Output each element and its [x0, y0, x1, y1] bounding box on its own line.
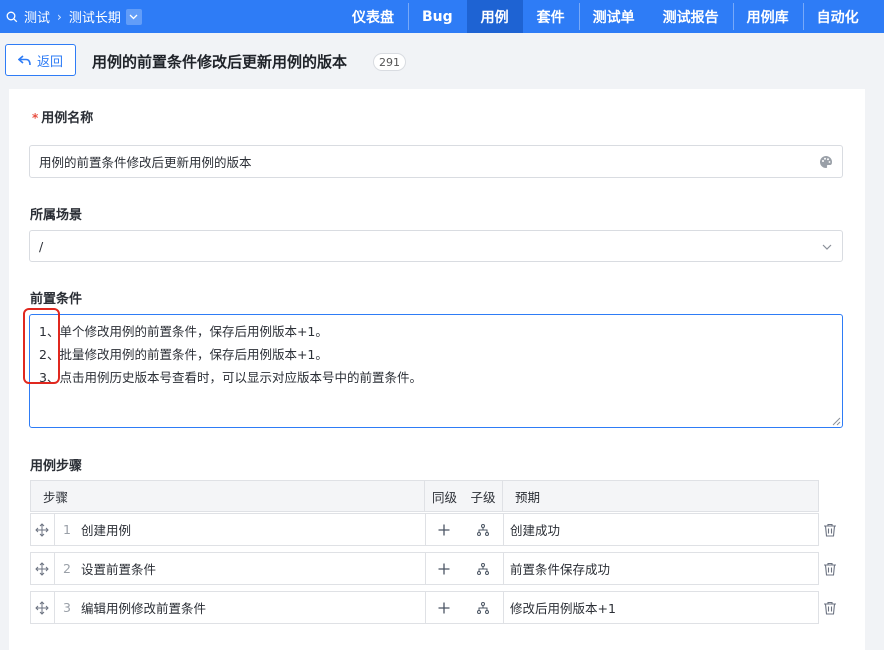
col-step: 步骤 — [31, 481, 425, 511]
add-sibling-icon[interactable] — [438, 514, 450, 545]
step-number: 2 — [63, 561, 71, 576]
step-expect[interactable]: 前置条件保存成功 — [510, 553, 610, 584]
col-child-level: 子级 — [464, 481, 503, 511]
resize-handle-icon[interactable] — [831, 416, 841, 426]
palette-icon[interactable] — [819, 155, 833, 169]
steps-table-header: 步骤 同级 子级 预期 — [30, 480, 819, 512]
delete-icon[interactable] — [822, 561, 838, 577]
add-sibling-icon[interactable] — [438, 553, 450, 584]
search-icon[interactable] — [6, 11, 18, 23]
nav-testtask[interactable]: 测试单 — [578, 0, 649, 33]
project-name[interactable]: 测试 — [24, 7, 50, 26]
delete-icon[interactable] — [822, 522, 838, 538]
precondition-line: 1、单个修改用例的前置条件，保存后用例版本+1。 — [39, 324, 328, 339]
step-expect[interactable]: 创建成功 — [510, 514, 560, 545]
delete-icon[interactable] — [822, 600, 838, 616]
annotation-highlight-box — [23, 308, 60, 384]
nav-automation[interactable]: 自动化 — [802, 0, 873, 33]
page-title: 用例的前置条件修改后更新用例的版本 — [92, 53, 348, 71]
drag-handle-icon[interactable] — [35, 514, 51, 545]
breadcrumb: 测试 › 测试长期 — [0, 0, 142, 33]
main-menu: 仪表盘 Bug 用例 套件 测试单 测试报告 用例库 自动化 — [338, 0, 873, 33]
step-row: 1 创建用例 创建成功 — [30, 513, 819, 546]
required-asterisk-icon: * — [32, 111, 39, 125]
case-name-label: * 用例名称 — [32, 111, 94, 126]
step-row: 2 设置前置条件 前置条件保存成功 — [30, 552, 819, 585]
step-text[interactable]: 设置前置条件 — [81, 553, 156, 584]
col-same-level: 同级 — [431, 489, 457, 505]
back-label: 返回 — [36, 54, 63, 70]
nav-caselib[interactable]: 用例库 — [732, 0, 803, 33]
step-text[interactable]: 创建用例 — [81, 514, 131, 545]
nav-dashboard[interactable]: 仪表盘 — [338, 0, 408, 33]
step-expect[interactable]: 修改后用例版本+1 — [510, 592, 616, 623]
drag-handle-icon[interactable] — [35, 592, 51, 623]
back-button[interactable]: 返回 — [5, 44, 76, 76]
precondition-textarea[interactable]: 1、单个修改用例的前置条件，保存后用例版本+1。 2、批量修改用例的前置条件，保… — [29, 314, 843, 428]
add-child-icon[interactable] — [477, 553, 489, 584]
back-arrow-icon — [17, 54, 31, 65]
precondition-line: 2、批量修改用例的前置条件，保存后用例版本+1。 — [39, 347, 328, 362]
precondition-line: 3、点击用例历史版本号查看时，可以显示对应版本号中的前置条件。 — [39, 370, 422, 385]
add-child-icon[interactable] — [477, 514, 489, 545]
chevron-right-icon: › — [57, 9, 62, 24]
nav-testreport[interactable]: 测试报告 — [649, 0, 733, 33]
nav-bug[interactable]: Bug — [408, 0, 467, 33]
step-number: 3 — [63, 600, 71, 615]
step-text[interactable]: 编辑用例修改前置条件 — [81, 592, 206, 623]
page-header: 返回 用例的前置条件修改后更新用例的版本 291 — [0, 33, 884, 89]
scene-label: 所属场景 — [30, 208, 83, 223]
add-sibling-icon[interactable] — [438, 592, 450, 623]
nav-testcase[interactable]: 用例 — [466, 0, 523, 33]
add-child-icon[interactable] — [477, 592, 489, 623]
drag-handle-icon[interactable] — [35, 553, 51, 584]
col-expect: 预期 — [515, 489, 541, 505]
chevron-down-icon[interactable] — [125, 8, 142, 25]
precondition-label: 前置条件 — [30, 292, 83, 307]
top-nav: 测试 › 测试长期 仪表盘 Bug 用例 套件 测试单 测试报告 用例库 自动化 — [0, 0, 884, 33]
case-name-input[interactable]: 用例的前置条件修改后更新用例的版本 — [29, 145, 843, 178]
step-number: 1 — [63, 522, 71, 537]
iteration-name[interactable]: 测试长期 — [69, 7, 121, 26]
chevron-down-icon — [822, 244, 832, 250]
step-row: 3 编辑用例修改前置条件 修改后用例版本+1 — [30, 591, 819, 624]
case-id-badge: 291 — [373, 53, 406, 71]
nav-suite[interactable]: 套件 — [523, 0, 579, 33]
steps-label: 用例步骤 — [30, 459, 83, 474]
scene-select[interactable]: / — [29, 230, 843, 262]
